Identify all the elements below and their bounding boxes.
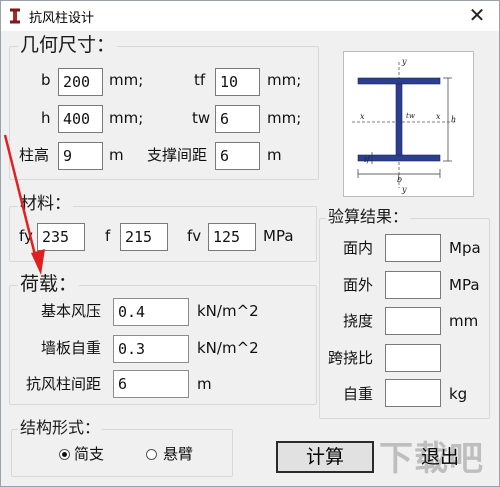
out-of-plane-result (385, 271, 441, 299)
i-beam-section-drawing: y y x x tw tf h b (352, 57, 456, 194)
in-plane-label: 面内 (343, 239, 374, 257)
b-unit: mm; (109, 71, 144, 89)
b-input[interactable]: 200 (58, 68, 103, 96)
column-height-input[interactable]: 9 (58, 142, 103, 170)
basic-wind-pressure-label: 基本风压 (41, 302, 102, 320)
h-unit: mm; (109, 109, 144, 127)
calculate-button[interactable]: 计算 (276, 441, 374, 473)
deflection-unit: mm (449, 312, 479, 330)
brace-spacing-label: 支撑间距 (147, 146, 208, 164)
in-plane-unit: Mpa (449, 239, 481, 257)
f-label: f (105, 227, 111, 245)
h-input[interactable]: 400 (58, 105, 103, 133)
self-weight-result (385, 379, 441, 407)
results-legend: 验算结果： (326, 207, 411, 226)
deflection-label: 挠度 (343, 312, 374, 330)
geometry-legend: 几何尺寸： (18, 34, 118, 56)
wind-column-spacing-label: 抗风柱间距 (26, 375, 102, 393)
cantilever-label[interactable]: 悬臂 (163, 447, 193, 462)
brace-spacing-input[interactable]: 6 (215, 142, 260, 170)
diagram-x-right-label: x (436, 112, 441, 121)
annotation-arrow (3, 134, 45, 275)
radio-selected-dot (62, 452, 67, 457)
tf-input[interactable]: 10 (215, 68, 260, 96)
column-height-unit: m (109, 146, 124, 164)
tw-input[interactable]: 6 (215, 105, 260, 133)
brace-spacing-unit: m (267, 146, 282, 164)
fv-label: fv (187, 227, 202, 245)
in-plane-result (385, 234, 441, 262)
title-bar: 抗风柱设计 ✕ (1, 1, 499, 31)
material-unit: MPa (263, 227, 294, 245)
close-button[interactable]: ✕ (455, 1, 499, 31)
section-diagram: y y x x tw tf h b (343, 51, 474, 197)
window-title: 抗风柱设计 (29, 11, 95, 26)
diagram-x-left-label: x (360, 112, 365, 121)
cantilever-radio[interactable] (146, 449, 157, 460)
self-weight-unit: kg (449, 385, 468, 403)
app-window: 抗风柱设计 ✕ 几何尺寸： b 200 mm; tf 10 mm; h 400 … (0, 0, 500, 487)
diagram-y-bottom-label: y (401, 185, 407, 194)
tw-label: tw (192, 109, 211, 127)
wall-panel-weight-input[interactable]: 0.3 (113, 335, 189, 363)
span-deflection-ratio-label: 跨挠比 (328, 349, 374, 367)
deflection-result (385, 307, 441, 335)
simply-supported-label[interactable]: 简支 (74, 447, 104, 462)
watermark-logo: 下载吧 (379, 439, 484, 479)
structure-form-legend: 结构形式： (18, 418, 103, 437)
wall-panel-weight-unit: kN/m^2 (197, 339, 259, 357)
basic-wind-pressure-input[interactable]: 0.4 (113, 298, 189, 326)
self-weight-label: 自重 (343, 385, 374, 403)
diagram-h-label: h (451, 115, 456, 124)
out-of-plane-unit: MPa (449, 276, 480, 294)
diagram-tw-label: tw (406, 112, 415, 120)
fv-input[interactable]: 125 (208, 223, 256, 251)
wind-column-spacing-unit: m (197, 375, 212, 393)
tw-unit: mm; (267, 109, 302, 127)
wall-panel-weight-label: 墙板自重 (41, 339, 102, 357)
out-of-plane-label: 面外 (343, 276, 374, 294)
span-deflection-ratio-result (385, 344, 441, 372)
app-icon (10, 8, 20, 24)
b-label: b (41, 71, 51, 89)
basic-wind-pressure-unit: kN/m^2 (197, 302, 259, 320)
tf-unit: mm; (267, 71, 302, 89)
diagram-y-top-label: y (401, 57, 407, 66)
diagram-b-label: b (397, 175, 402, 184)
h-label: h (41, 109, 51, 127)
f-input[interactable]: 215 (120, 223, 168, 251)
wind-column-spacing-input[interactable]: 6 (113, 370, 189, 398)
tf-label: tf (194, 71, 206, 89)
simply-supported-radio[interactable] (59, 449, 70, 460)
